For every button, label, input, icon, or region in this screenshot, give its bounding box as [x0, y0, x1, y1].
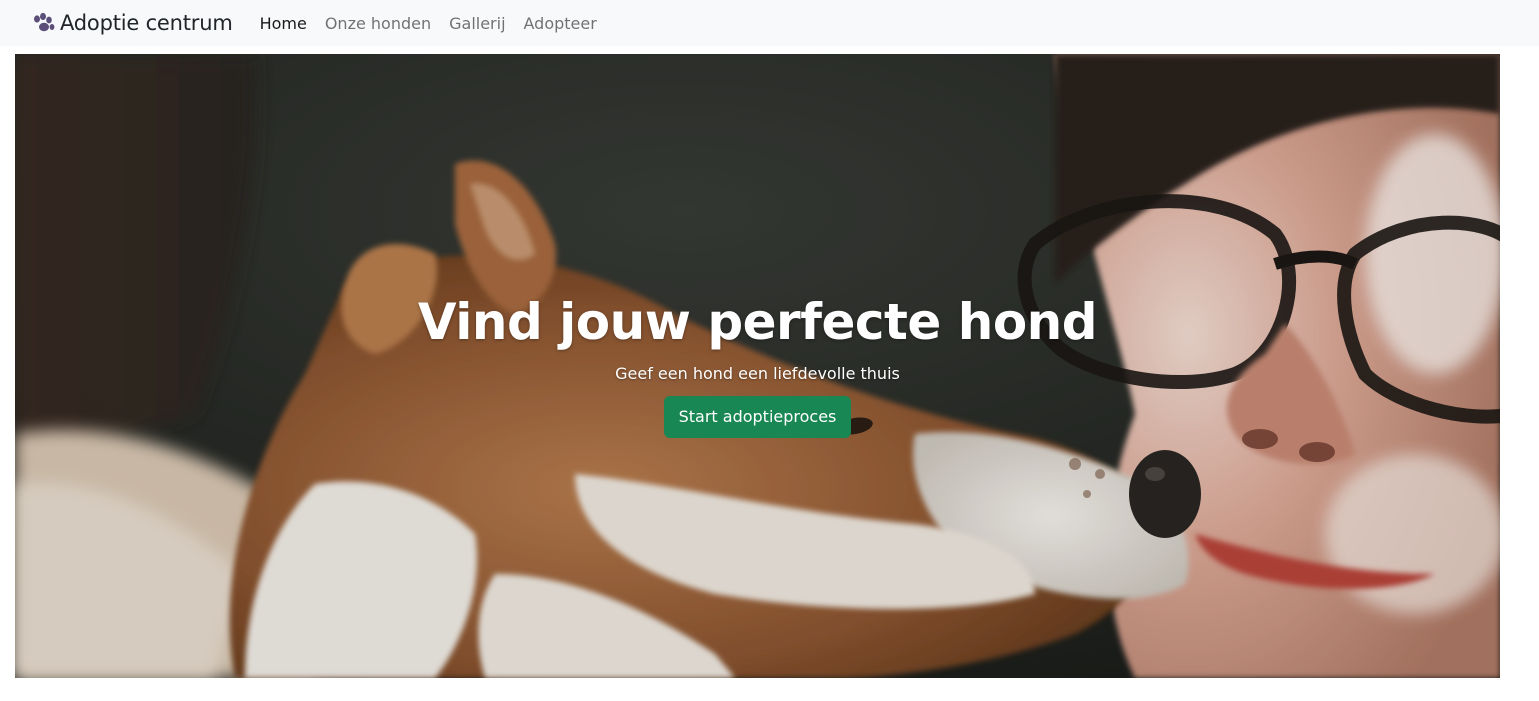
nav-link-home[interactable]: Home [251, 14, 316, 33]
hero-section: Vind jouw perfecte hond Geef een hond ee… [15, 54, 1500, 678]
top-navbar: Adoptie centrum Home Onze honden Galleri… [0, 0, 1539, 46]
paw-icon [32, 12, 56, 34]
nav-links: Home Onze honden Gallerij Adopteer [251, 14, 606, 33]
hero-content: Vind jouw perfecte hond Geef een hond ee… [15, 290, 1500, 438]
nav-link-onze-honden[interactable]: Onze honden [316, 14, 440, 33]
brand-link[interactable]: Adoptie centrum [32, 11, 233, 35]
hero-subtitle: Geef een hond een liefdevolle thuis [615, 364, 900, 383]
brand-title: Adoptie centrum [60, 11, 233, 35]
start-adoption-button[interactable]: Start adoptieproces [663, 396, 852, 438]
nav-link-adopteer[interactable]: Adopteer [515, 14, 606, 33]
hero-title: Vind jouw perfecte hond [417, 293, 1098, 351]
nav-link-gallerij[interactable]: Gallerij [440, 14, 514, 33]
